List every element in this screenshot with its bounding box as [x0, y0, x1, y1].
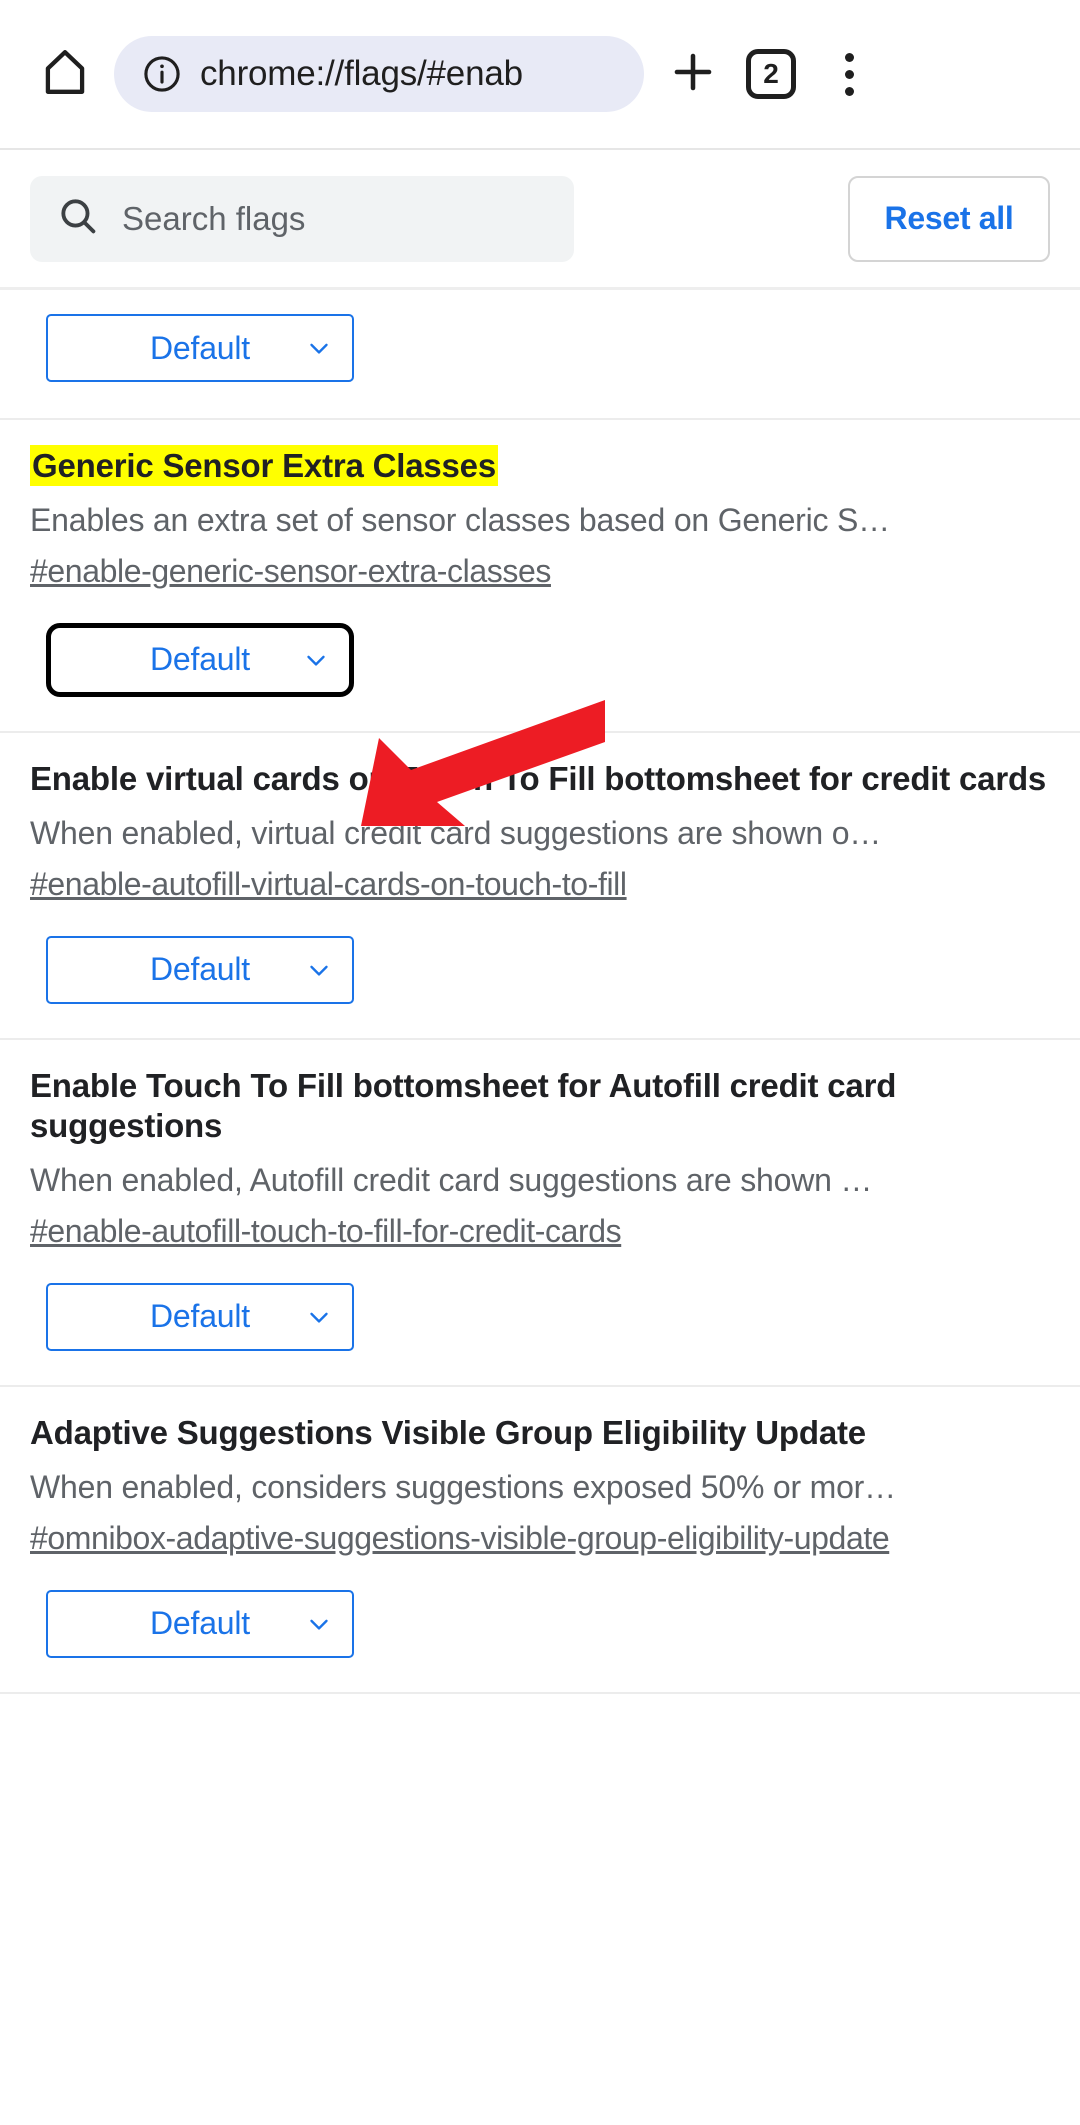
url-bar[interactable]: chrome://flags/#enab [114, 36, 644, 112]
flag-select-value: Default [150, 329, 250, 366]
flag-select-value: Default [150, 1605, 250, 1642]
flag-entry-enable-autofill-touch-to-fill-for-credit-cards: Enable Touch To Fill bottomsheet for Aut… [0, 1040, 1080, 1387]
flag-permalink[interactable]: #enable-generic-sensor-extra-classes [30, 551, 1050, 593]
flag-permalink[interactable]: #enable-autofill-touch-to-fill-for-credi… [30, 1211, 1050, 1253]
chevron-down-icon [304, 1302, 334, 1332]
flag-description: Enables an extra set of sensor classes b… [30, 502, 890, 539]
chevron-down-icon [304, 1609, 334, 1639]
flag-select-enable-autofill-virtual-cards-on-touch-to-fill[interactable]: Default [46, 935, 354, 1004]
flag-permalink[interactable]: #enable-autofill-virtual-cards-on-touch-… [30, 864, 1050, 906]
flag-select-value: Default [150, 951, 250, 988]
chevron-down-icon [304, 333, 334, 363]
new-tab-button[interactable] [654, 35, 732, 113]
search-icon [56, 194, 100, 243]
reset-all-button[interactable]: Reset all [848, 175, 1050, 262]
tab-count-badge: 2 [746, 49, 796, 99]
flag-select-value: Default [150, 1298, 250, 1335]
flag-permalink[interactable]: #omnibox-adaptive-suggestions-visible-gr… [30, 1518, 1050, 1560]
flag-description: When enabled, Autofill credit card sugge… [30, 1162, 873, 1199]
chevron-down-icon [301, 645, 331, 675]
flag-entry-generic-sensor-extra-classes: Generic Sensor Extra Classes Enables an … [0, 420, 1080, 733]
flag-select-omnibox-adaptive-suggestions-visible-group-eligibility-update[interactable]: Default [46, 1589, 354, 1658]
flag-description: When enabled, virtual credit card sugges… [30, 815, 882, 852]
tab-switcher-button[interactable]: 2 [732, 35, 810, 113]
flag-select-wrap: Default [30, 1253, 1050, 1385]
flag-title: Adaptive Suggestions Visible Group Eligi… [30, 1413, 866, 1451]
flag-select-wrap: Default [30, 906, 1050, 1038]
info-icon[interactable] [140, 52, 184, 96]
browser-menu-button[interactable] [810, 35, 888, 113]
more-vertical-icon [844, 52, 854, 96]
flag-title-highlight: Generic Sensor Extra Classes [30, 445, 498, 486]
home-button[interactable] [28, 37, 102, 111]
flag-select-wrap: Default [30, 290, 1050, 418]
flag-entry-partial: Default [0, 290, 1080, 420]
flag-entry-omnibox-adaptive-suggestions-visible-group-eligibility-update: Adaptive Suggestions Visible Group Eligi… [0, 1387, 1080, 1694]
flag-title: Enable virtual cards on Touch To Fill bo… [30, 759, 1047, 797]
flag-select-partial-top[interactable]: Default [46, 314, 354, 382]
browser-toolbar: chrome://flags/#enab 2 [0, 0, 1080, 150]
search-input[interactable]: Search flags [122, 200, 305, 238]
home-icon [38, 45, 92, 104]
flag-select-wrap: Default [30, 593, 1050, 731]
url-text: chrome://flags/#enab [200, 54, 523, 93]
flags-list: Default Generic Sensor Extra Classes Ena… [0, 290, 1080, 1694]
flag-select-wrap: Default [30, 1560, 1050, 1692]
flag-select-value: Default [150, 641, 250, 678]
flag-title: Generic Sensor Extra Classes [30, 420, 1050, 486]
plus-icon [667, 46, 719, 103]
flag-entry-enable-autofill-virtual-cards-on-touch-to-fill: Enable virtual cards on Touch To Fill bo… [0, 733, 1080, 1040]
search-flags-box[interactable]: Search flags [30, 175, 574, 262]
flag-title: Enable Touch To Fill bottomsheet for Aut… [30, 1066, 897, 1144]
chevron-down-icon [304, 955, 334, 985]
flag-description: When enabled, considers suggestions expo… [30, 1469, 896, 1506]
flag-select-generic-sensor-extra-classes[interactable]: Default [46, 622, 354, 697]
flag-select-enable-autofill-touch-to-fill-for-credit-cards[interactable]: Default [46, 1282, 354, 1351]
flags-search-row: Search flags Reset all [0, 150, 1080, 290]
